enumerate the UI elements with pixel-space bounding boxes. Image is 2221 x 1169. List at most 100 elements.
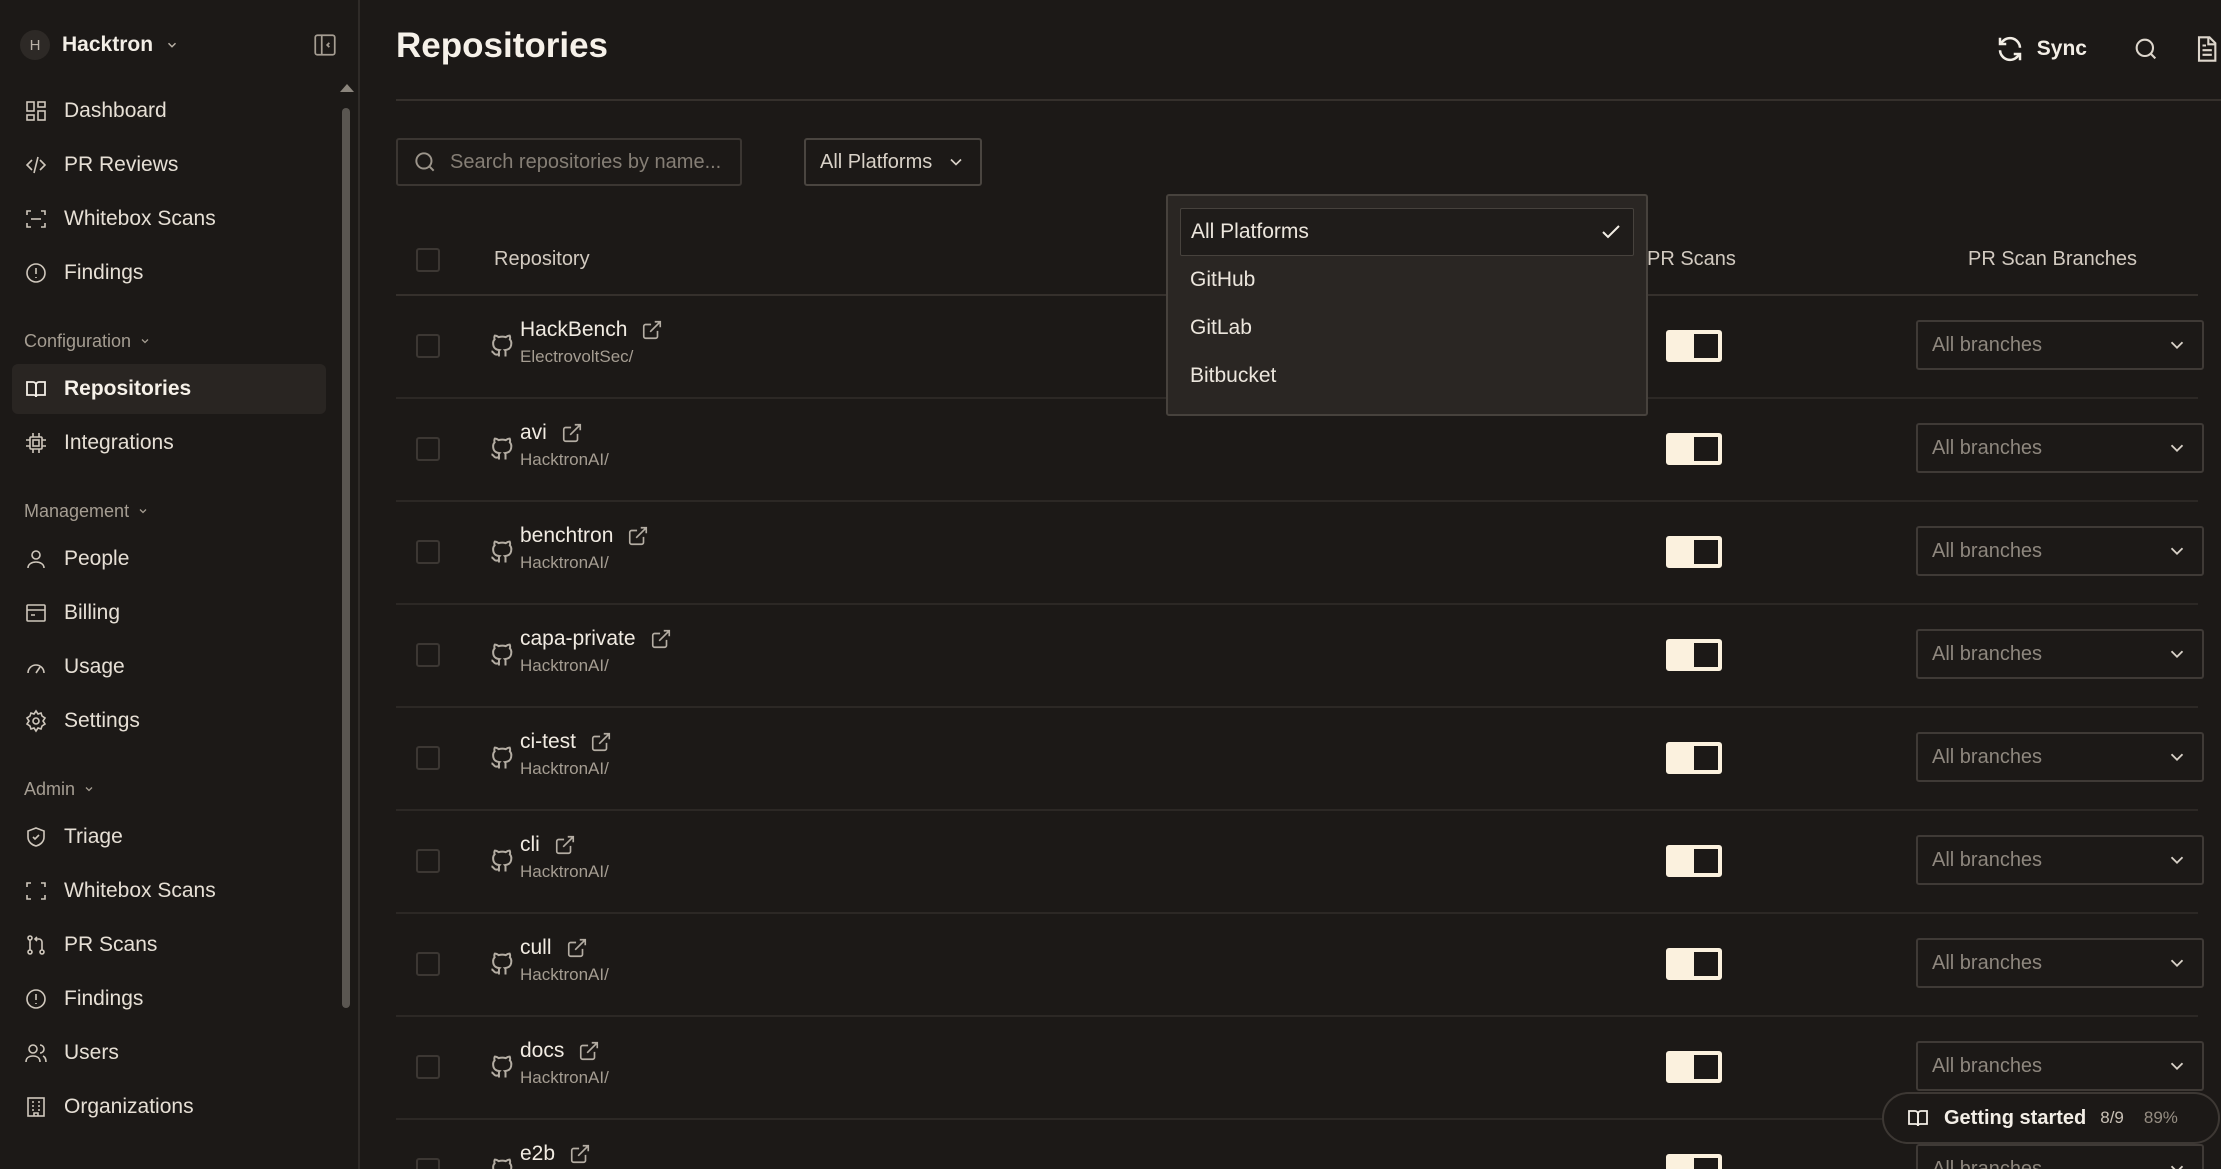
external-link-icon[interactable] — [561, 422, 583, 444]
pr-scans-toggle[interactable] — [1666, 1051, 1722, 1083]
repo-name[interactable]: HackBench — [520, 318, 627, 342]
scroll-up-arrow-icon[interactable] — [340, 84, 354, 92]
repository-search[interactable] — [396, 138, 742, 186]
external-link-icon[interactable] — [641, 319, 663, 341]
platform-option-bitbucket[interactable]: Bitbucket — [1180, 352, 1634, 400]
repo-owner: HacktronAI/ — [520, 553, 609, 572]
option-label: GitLab — [1190, 316, 1252, 339]
sidebar-collapse-button[interactable] — [312, 32, 338, 58]
repo-name-line: ci-test — [520, 730, 612, 754]
table-row: benchtron HacktronAI/ All branches — [396, 502, 2204, 605]
platform-option-all[interactable]: All Platforms — [1180, 208, 1634, 256]
chevron-down-icon — [2170, 1062, 2184, 1071]
getting-started-count: 8/9 — [2100, 1108, 2124, 1127]
search-button[interactable] — [2131, 34, 2161, 64]
getting-started-button[interactable]: Getting started 8/9 89% — [1882, 1092, 2220, 1144]
platform-option-gitlab[interactable]: GitLab — [1180, 304, 1634, 352]
section-admin[interactable]: Admin — [12, 766, 326, 812]
sidebar-scrollbar[interactable] — [336, 78, 356, 1169]
branch-select[interactable]: All branches — [1916, 423, 2204, 473]
sidebar-item-pr-reviews[interactable]: PR Reviews — [12, 140, 326, 190]
row-checkbox[interactable] — [416, 1158, 440, 1169]
sidebar-item-admin-whitebox-scans[interactable]: Whitebox Scans — [12, 866, 326, 916]
repo-name[interactable]: benchtron — [520, 524, 613, 548]
pr-scans-toggle[interactable] — [1666, 536, 1722, 568]
getting-started-label: Getting started — [1944, 1106, 2087, 1129]
repo-name[interactable]: cli — [520, 833, 540, 857]
pr-scans-toggle[interactable] — [1666, 433, 1722, 465]
column-pr-scans[interactable]: PR Scans — [1647, 248, 1736, 271]
branch-select[interactable]: All branches — [1916, 1041, 2204, 1091]
gauge-icon — [27, 664, 45, 674]
branch-select[interactable]: All branches — [1916, 320, 2204, 370]
row-checkbox[interactable] — [416, 1055, 440, 1079]
sidebar-item-integrations[interactable]: Integrations — [12, 418, 326, 468]
sidebar-item-findings[interactable]: Findings — [12, 248, 326, 298]
external-link-icon[interactable] — [578, 1040, 600, 1062]
platform-option-github[interactable]: GitHub — [1180, 256, 1634, 304]
option-label: GitHub — [1190, 268, 1256, 291]
row-checkbox[interactable] — [416, 643, 440, 667]
sidebar-item-admin-findings[interactable]: Findings — [12, 974, 326, 1024]
pr-scans-toggle[interactable] — [1666, 330, 1722, 362]
pr-scans-toggle[interactable] — [1666, 948, 1722, 980]
sidebar-item-triage[interactable]: Triage — [12, 812, 326, 862]
row-checkbox[interactable] — [416, 952, 440, 976]
repo-name[interactable]: cull — [520, 936, 552, 960]
repo-name[interactable]: docs — [520, 1039, 564, 1063]
section-management[interactable]: Management — [12, 488, 326, 534]
sidebar-item-users[interactable]: Users — [12, 1028, 326, 1078]
repo-name[interactable]: avi — [520, 421, 547, 445]
section-configuration[interactable]: Configuration — [12, 318, 326, 364]
topbar-actions: Sync — [1995, 26, 2221, 72]
pr-scans-toggle[interactable] — [1666, 639, 1722, 671]
sidebar-item-organizations[interactable]: Organizations — [12, 1082, 326, 1132]
search-input[interactable] — [450, 150, 730, 174]
external-link-icon[interactable] — [569, 1143, 591, 1165]
sidebar-item-repositories[interactable]: Repositories — [12, 364, 326, 414]
pr-scans-toggle[interactable] — [1666, 742, 1722, 774]
repo-owner: HacktronAI/ — [520, 862, 609, 881]
building-icon — [27, 1097, 45, 1117]
row-checkbox[interactable] — [416, 746, 440, 770]
row-checkbox[interactable] — [416, 437, 440, 461]
repo-name[interactable]: ci-test — [520, 730, 576, 754]
external-link-icon[interactable] — [590, 731, 612, 753]
sidebar-item-billing[interactable]: Billing — [12, 588, 326, 638]
chevron-down-icon — [2170, 753, 2184, 762]
external-link-icon[interactable] — [554, 834, 576, 856]
row-checkbox[interactable] — [416, 849, 440, 873]
sidebar-item-pr-scans[interactable]: PR Scans — [12, 920, 326, 970]
external-link-icon[interactable] — [566, 937, 588, 959]
sidebar-item-whitebox-scans[interactable]: Whitebox Scans — [12, 194, 326, 244]
sidebar-item-dashboard[interactable]: Dashboard — [12, 86, 326, 136]
option-label: All Platforms — [1191, 220, 1309, 243]
pr-scans-toggle[interactable] — [1666, 845, 1722, 877]
row-checkbox[interactable] — [416, 334, 440, 358]
branch-select[interactable]: All branches — [1916, 1144, 2204, 1169]
sync-button[interactable]: Sync — [1995, 34, 2087, 64]
column-repository[interactable]: Repository — [494, 248, 590, 271]
branch-select[interactable]: All branches — [1916, 938, 2204, 988]
platform-dropdown-menu: All Platforms GitHub GitLab Bitbucket — [1166, 194, 1648, 416]
external-link-icon[interactable] — [650, 628, 672, 650]
branch-select[interactable]: All branches — [1916, 629, 2204, 679]
platform-filter-select[interactable]: All Platforms — [804, 138, 982, 186]
row-checkbox[interactable] — [416, 540, 440, 564]
org-switcher[interactable]: H Hacktron — [20, 28, 179, 62]
repo-name[interactable]: e2b — [520, 1142, 555, 1166]
select-all-checkbox[interactable] — [416, 248, 440, 272]
external-link-icon[interactable] — [627, 525, 649, 547]
repo-name[interactable]: capa-private — [520, 627, 636, 651]
column-pr-scan-branches[interactable]: PR Scan Branches — [1968, 248, 2137, 271]
docs-button[interactable] — [2191, 34, 2221, 64]
pr-scans-toggle[interactable] — [1666, 1154, 1722, 1169]
chevron-down-icon — [141, 339, 149, 344]
sidebar-item-usage[interactable]: Usage — [12, 642, 326, 692]
sidebar-item-settings[interactable]: Settings — [12, 696, 326, 746]
scrollbar-thumb[interactable] — [342, 108, 350, 1008]
branch-select[interactable]: All branches — [1916, 732, 2204, 782]
branch-select[interactable]: All branches — [1916, 526, 2204, 576]
branch-select[interactable]: All branches — [1916, 835, 2204, 885]
sidebar-item-people[interactable]: People — [12, 534, 326, 584]
